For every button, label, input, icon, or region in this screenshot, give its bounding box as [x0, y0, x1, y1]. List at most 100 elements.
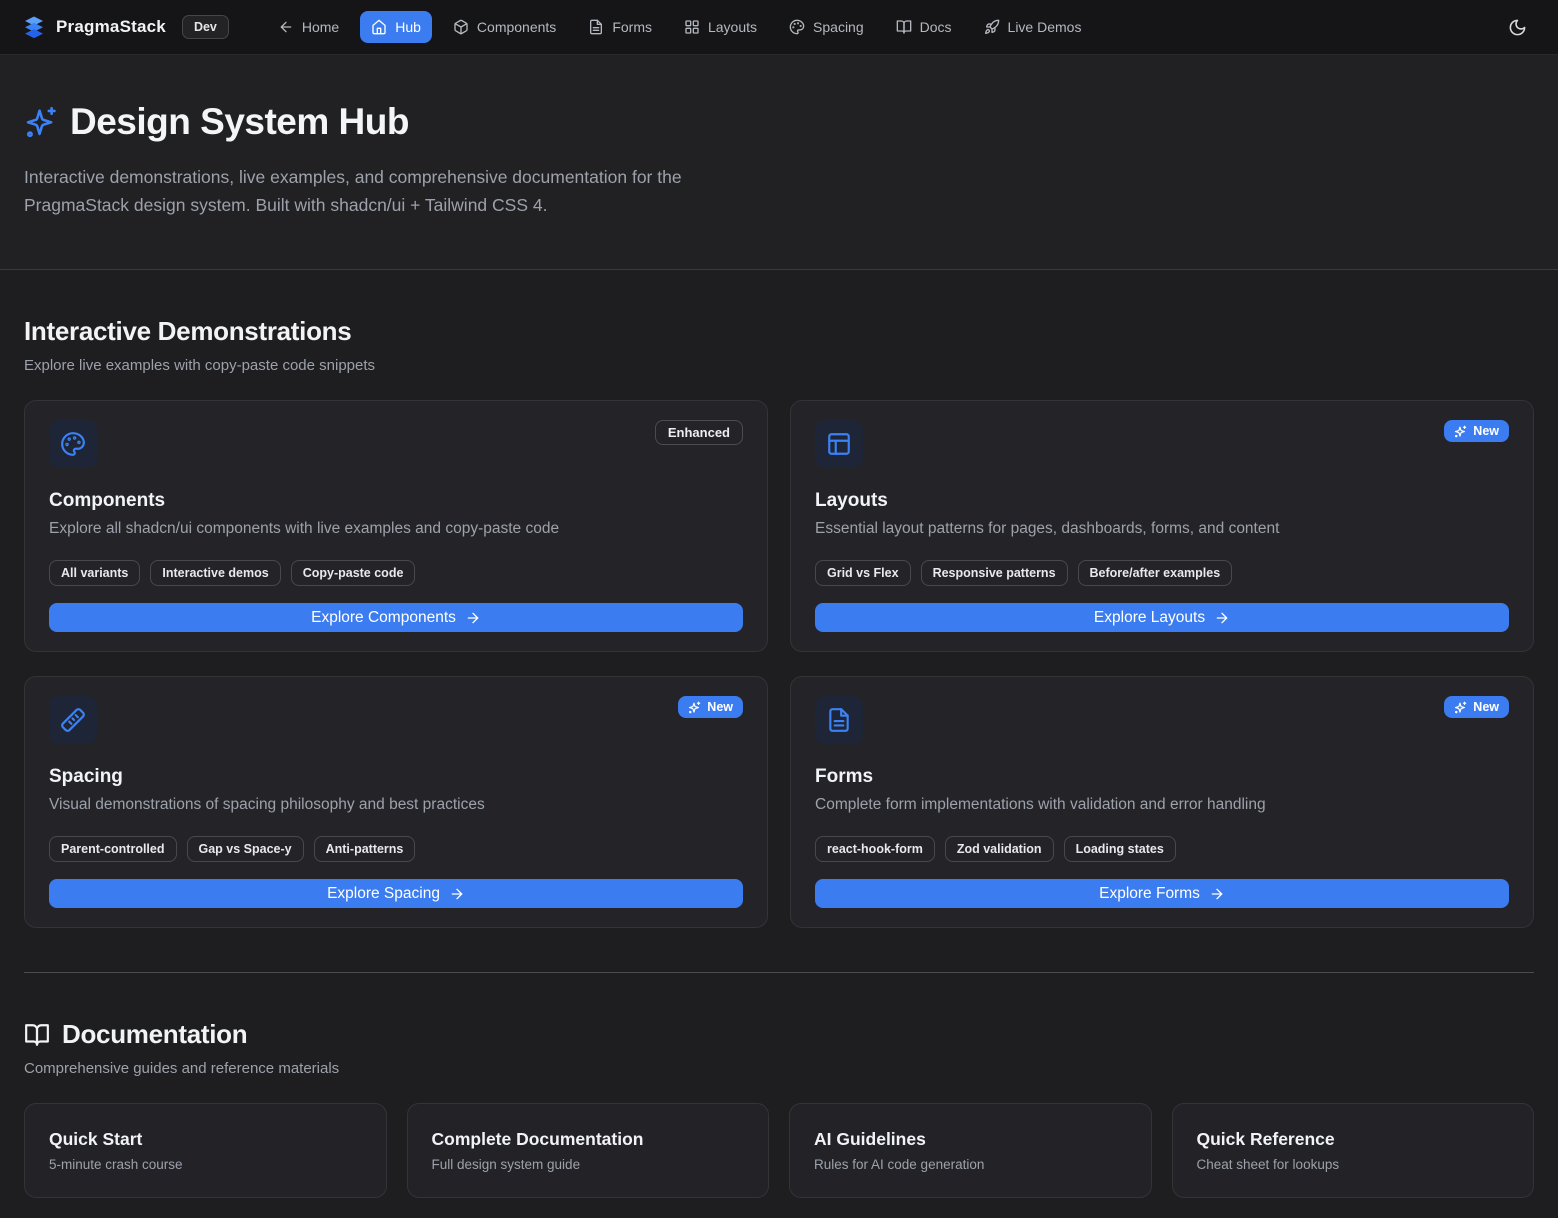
sparkles-icon	[1454, 425, 1467, 438]
button-label: Explore Layouts	[1094, 609, 1205, 627]
nav-label: Forms	[612, 19, 652, 35]
nav-label: Live Demos	[1008, 19, 1082, 35]
new-badge: New	[678, 696, 743, 718]
file-text-icon	[815, 696, 863, 744]
doc-card-quick-reference[interactable]: Quick Reference Cheat sheet for lookups	[1172, 1103, 1535, 1198]
hero-section: Design System Hub Interactive demonstrat…	[0, 55, 1558, 270]
nav-item-hub[interactable]: Hub	[360, 11, 432, 43]
docs-heading-label: Documentation	[62, 1019, 247, 1050]
file-text-icon	[588, 19, 604, 35]
demo-card-layouts: New Layouts Essential layout patterns fo…	[790, 400, 1534, 652]
nav-label: Spacing	[813, 19, 864, 35]
explore-forms-button[interactable]: Explore Forms	[815, 879, 1509, 908]
tag-chip: Parent-controlled	[49, 836, 177, 862]
doc-card-quick-start[interactable]: Quick Start 5-minute crash course	[24, 1103, 387, 1198]
demos-section-heading: Interactive Demonstrations	[24, 316, 1534, 347]
nav-item-docs[interactable]: Docs	[885, 11, 963, 43]
brand-name: PragmaStack	[56, 17, 166, 37]
nav-item-live-demos[interactable]: Live Demos	[973, 11, 1093, 43]
top-navbar: PragmaStack Dev Home Hub Components Fo	[0, 0, 1558, 55]
nav-label: Layouts	[708, 19, 757, 35]
button-label: Explore Forms	[1099, 885, 1200, 903]
theme-toggle-button[interactable]	[1498, 8, 1536, 46]
nav-item-layouts[interactable]: Layouts	[673, 11, 768, 43]
doc-card-title: AI Guidelines	[814, 1129, 1127, 1150]
sparkles-icon	[688, 701, 701, 714]
palette-icon	[789, 19, 805, 35]
card-description: Visual demonstrations of spacing philoso…	[49, 794, 743, 815]
demos-section-subheading: Explore live examples with copy-paste co…	[24, 357, 1534, 374]
ruler-icon	[49, 696, 97, 744]
new-badge: New	[1444, 696, 1509, 718]
hero-subtitle: Interactive demonstrations, live example…	[24, 163, 769, 219]
dev-badge: Dev	[182, 15, 229, 39]
doc-card-description: 5-minute crash course	[49, 1157, 362, 1172]
demo-card-grid: Enhanced Components Explore all shadcn/u…	[24, 400, 1534, 928]
arrow-right-icon	[465, 610, 481, 626]
badge-label: New	[707, 700, 733, 714]
layout-grid-icon	[684, 19, 700, 35]
section-divider	[24, 972, 1534, 973]
card-title: Spacing	[49, 766, 743, 788]
docs-section-subheading: Comprehensive guides and reference mater…	[24, 1060, 1534, 1077]
card-title: Forms	[815, 766, 1509, 788]
nav-label: Components	[477, 19, 556, 35]
brand[interactable]: PragmaStack Dev	[22, 15, 229, 39]
doc-card-description: Full design system guide	[432, 1157, 745, 1172]
explore-components-button[interactable]: Explore Components	[49, 603, 743, 632]
tag-chip: Before/after examples	[1078, 560, 1233, 586]
tag-chip: Interactive demos	[150, 560, 280, 586]
demo-card-forms: New Forms Complete form implementations …	[790, 676, 1534, 928]
card-title: Components	[49, 490, 743, 512]
sparkles-icon	[1454, 701, 1467, 714]
explore-layouts-button[interactable]: Explore Layouts	[815, 603, 1509, 632]
tag-chip: Loading states	[1064, 836, 1176, 862]
palette-icon	[49, 420, 97, 468]
moon-icon	[1508, 18, 1527, 37]
arrow-left-icon	[278, 19, 294, 35]
layers-logo-icon	[22, 15, 46, 39]
nav-item-spacing[interactable]: Spacing	[778, 11, 875, 43]
button-label: Explore Spacing	[327, 885, 440, 903]
nav-label: Docs	[920, 19, 952, 35]
doc-card-title: Complete Documentation	[432, 1129, 745, 1150]
main-content: Interactive Demonstrations Explore live …	[0, 316, 1558, 1198]
nav-label: Hub	[395, 19, 421, 35]
button-label: Explore Components	[311, 609, 456, 627]
sparkles-icon	[24, 105, 58, 139]
book-open-icon	[24, 1022, 50, 1048]
tag-chip: react-hook-form	[815, 836, 935, 862]
demo-card-spacing: New Spacing Visual demonstrations of spa…	[24, 676, 768, 928]
demo-card-components: Enhanced Components Explore all shadcn/u…	[24, 400, 768, 652]
docs-section-heading: Documentation	[24, 1019, 1534, 1050]
nav-item-home[interactable]: Home	[267, 11, 350, 43]
tag-chip: All variants	[49, 560, 140, 586]
tag-chip: Anti-patterns	[314, 836, 416, 862]
explore-spacing-button[interactable]: Explore Spacing	[49, 879, 743, 908]
new-badge: New	[1444, 420, 1509, 442]
nav-links: Home Hub Components Forms Layouts	[267, 11, 1093, 43]
doc-card-ai-guidelines[interactable]: AI Guidelines Rules for AI code generati…	[789, 1103, 1152, 1198]
nav-item-components[interactable]: Components	[442, 11, 567, 43]
arrow-right-icon	[1214, 610, 1230, 626]
tag-chip: Grid vs Flex	[815, 560, 911, 586]
tag-chip: Copy-paste code	[291, 560, 416, 586]
rocket-icon	[984, 19, 1000, 35]
doc-card-grid: Quick Start 5-minute crash course Comple…	[24, 1103, 1534, 1198]
nav-label: Home	[302, 19, 339, 35]
doc-card-complete-documentation[interactable]: Complete Documentation Full design syste…	[407, 1103, 770, 1198]
panels-top-left-icon	[815, 420, 863, 468]
nav-item-forms[interactable]: Forms	[577, 11, 663, 43]
doc-card-title: Quick Reference	[1197, 1129, 1510, 1150]
card-description: Explore all shadcn/ui components with li…	[49, 518, 743, 539]
tag-chip: Zod validation	[945, 836, 1054, 862]
page-title: Design System Hub	[70, 101, 409, 143]
card-description: Complete form implementations with valid…	[815, 794, 1509, 815]
package-icon	[453, 19, 469, 35]
doc-card-description: Rules for AI code generation	[814, 1157, 1127, 1172]
tag-chip: Responsive patterns	[921, 560, 1068, 586]
home-icon	[371, 19, 387, 35]
doc-card-title: Quick Start	[49, 1129, 362, 1150]
tag-chip: Gap vs Space-y	[187, 836, 304, 862]
card-description: Essential layout patterns for pages, das…	[815, 518, 1509, 539]
